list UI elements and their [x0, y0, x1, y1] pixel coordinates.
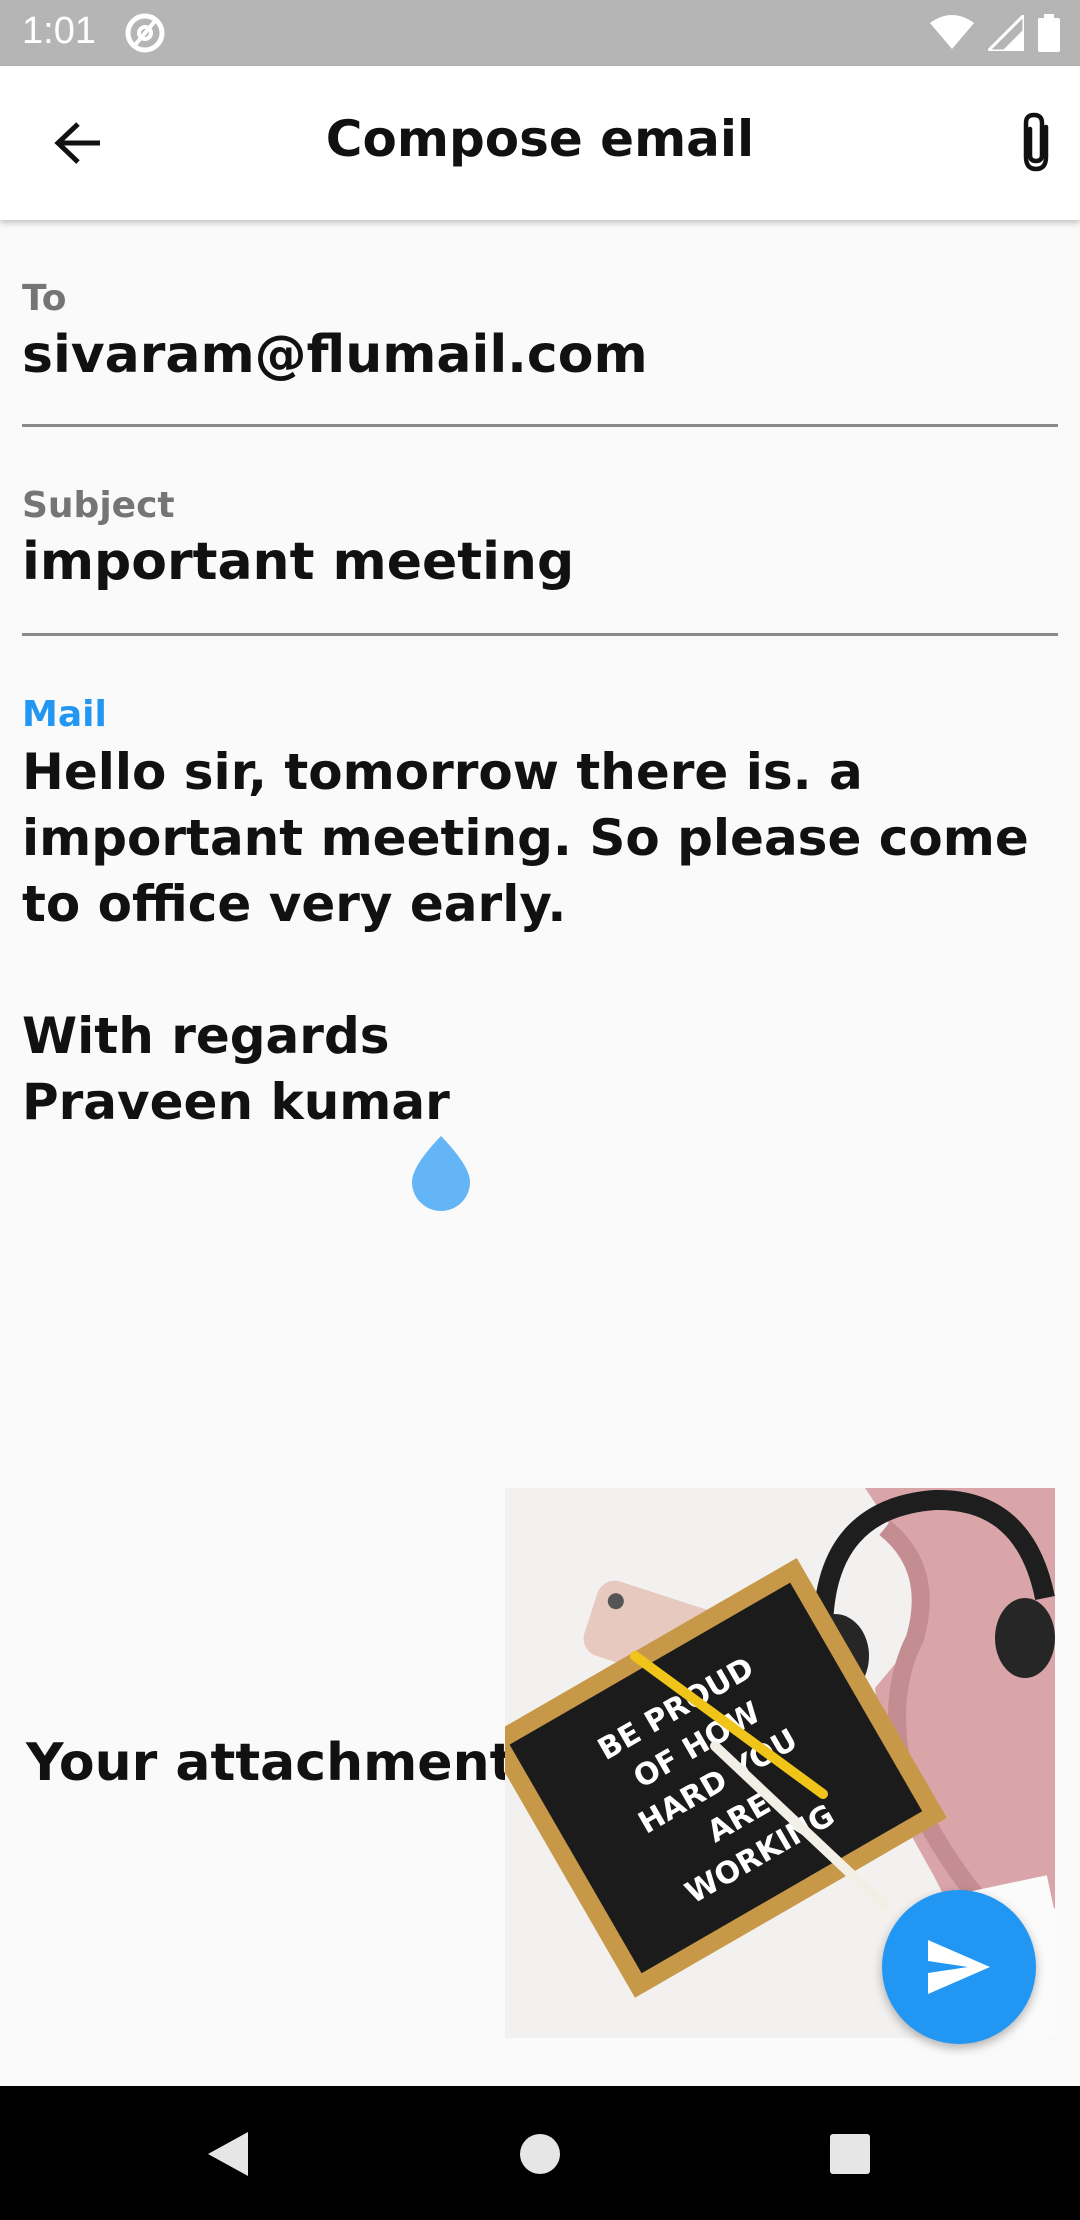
nav-recents-icon [830, 2134, 870, 2174]
subject-label: Subject [22, 485, 175, 526]
attachment-label: Your attachment [26, 1733, 515, 1793]
status-icons [930, 14, 1060, 52]
signal-icon [988, 15, 1024, 51]
nav-home-button[interactable] [504, 2118, 576, 2190]
navigation-bar [0, 2086, 1080, 2220]
mail-field[interactable]: Mail Hello sir, tomorrow there is. a imp… [22, 694, 1058, 1135]
nav-back-button[interactable] [192, 2118, 264, 2190]
nav-home-icon [520, 2134, 560, 2174]
battery-icon [1038, 14, 1060, 52]
subject-field[interactable]: Subject important meeting [22, 485, 1058, 592]
status-bar: 1:01 [0, 0, 1080, 66]
mail-body-input[interactable]: Hello sir, tomorrow there is. a importan… [22, 739, 1058, 1135]
paperclip-icon [1023, 112, 1049, 172]
subject-input[interactable]: important meeting [22, 532, 1058, 592]
to-input[interactable]: sivaram@flumail.com [22, 325, 1058, 385]
app-bar: Compose email [0, 66, 1080, 220]
wifi-icon [930, 15, 974, 49]
send-icon [928, 1940, 990, 1994]
attach-button[interactable] [1016, 110, 1080, 176]
to-label: To [22, 278, 67, 319]
send-button[interactable] [882, 1890, 1036, 2044]
nav-recents-button[interactable] [814, 2118, 886, 2190]
subject-underline [22, 633, 1058, 636]
mail-label: Mail [22, 694, 107, 735]
cursor-handle-icon[interactable] [410, 1136, 472, 1212]
status-time: 1:01 [22, 10, 96, 52]
at-sign-icon [125, 13, 165, 53]
nav-back-icon [208, 2132, 248, 2176]
page-title: Compose email [325, 110, 755, 168]
to-underline [22, 424, 1058, 427]
to-field[interactable]: To sivaram@flumail.com [22, 278, 1058, 385]
